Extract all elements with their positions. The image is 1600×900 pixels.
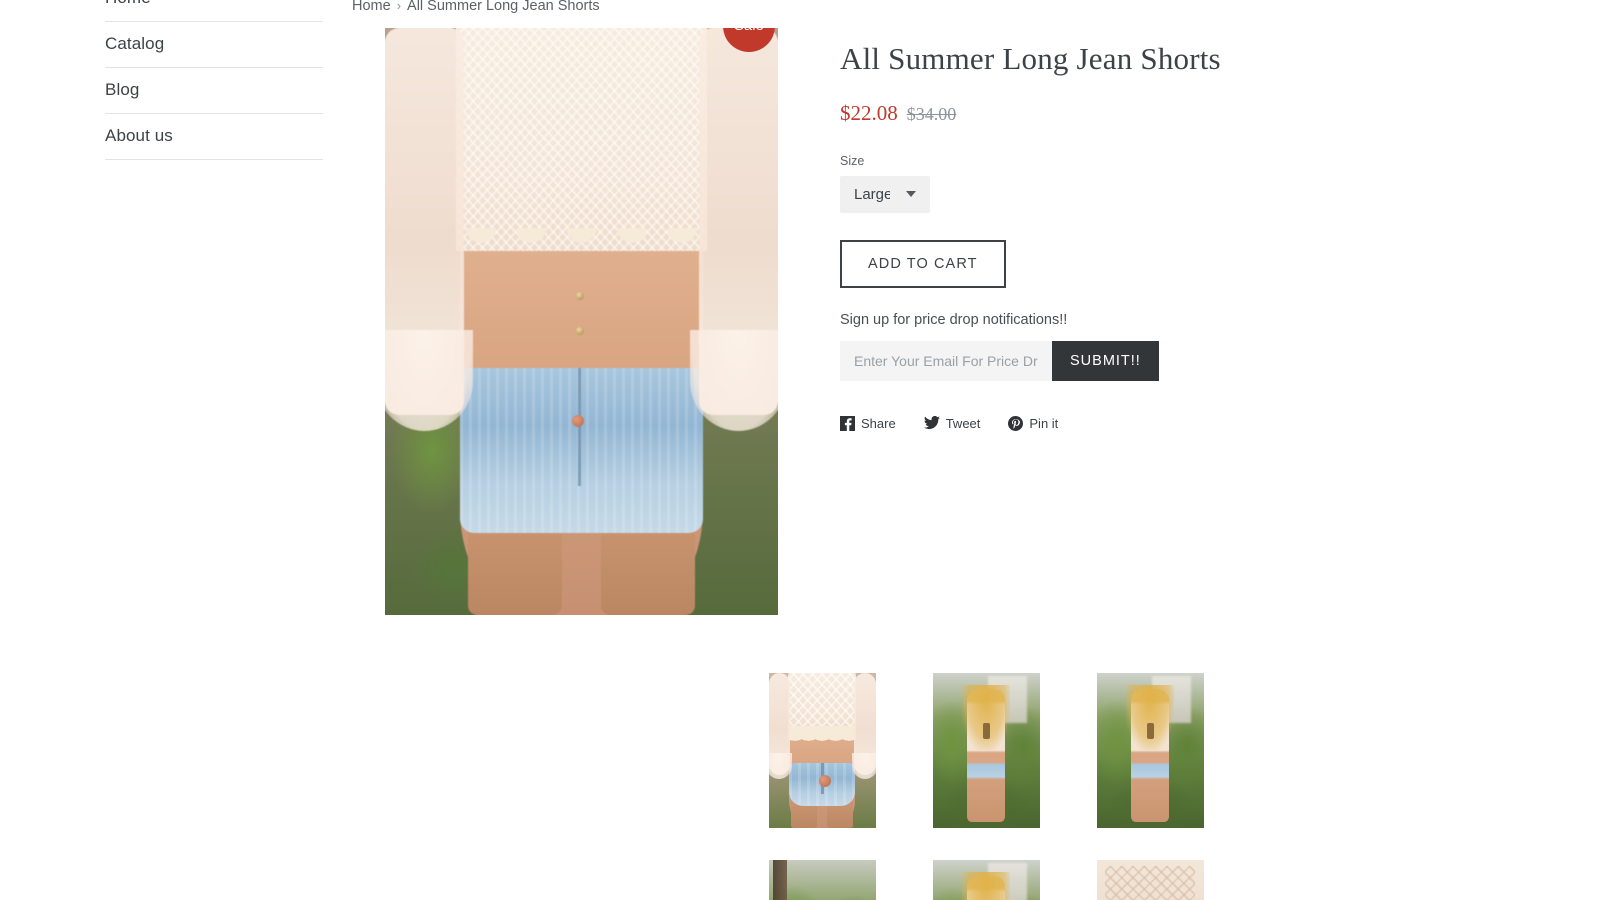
sidebar-item-home[interactable]: Home [105, 0, 323, 22]
page-title: All Summer Long Jean Shorts [840, 41, 1221, 76]
thumbnail-5[interactable] [932, 860, 1040, 900]
share-twitter-button[interactable]: Tweet [923, 415, 981, 431]
share-pinterest-button[interactable]: Pin it [1008, 415, 1059, 431]
thumbnail-6[interactable] [1096, 860, 1204, 900]
share-twitter-label: Tweet [945, 415, 981, 431]
email-field[interactable] [840, 340, 1052, 381]
facebook-icon [840, 415, 855, 431]
size-label: Size [840, 153, 865, 168]
sale-price: $22.08 [840, 100, 898, 125]
thumbnail-4[interactable] [768, 860, 876, 900]
product-photo-main [385, 28, 778, 615]
price-drop-heading: Sign up for price drop notifications!! [840, 311, 1068, 328]
submit-button[interactable]: SUBMIT!! [1052, 340, 1159, 381]
main-product-image[interactable]: Sale [385, 28, 778, 615]
sidebar-item-catalog[interactable]: Catalog [105, 22, 323, 68]
price-drop-form: SUBMIT!! [840, 340, 1260, 381]
share-facebook-button[interactable]: Share [840, 415, 896, 431]
product-info: All Summer Long Jean Shorts $22.08 $34.0… [840, 40, 1260, 431]
sidebar-nav: Home Catalog Blog About us [105, 0, 323, 160]
share-facebook-label: Share [861, 415, 896, 431]
thumbnail-1[interactable] [768, 673, 876, 828]
sidebar-item-blog[interactable]: Blog [105, 68, 323, 114]
thumbnail-2[interactable] [932, 673, 1040, 828]
product-gallery: Sale [385, 28, 1204, 900]
thumbnail-3[interactable] [1096, 673, 1204, 828]
breadcrumb: Home › All Summer Long Jean Shorts [352, 0, 600, 14]
compare-at-price: $34.00 [906, 103, 957, 124]
breadcrumb-home-link[interactable]: Home [352, 0, 391, 14]
share-row: Share Tweet Pin it [840, 415, 1260, 431]
share-pinterest-label: Pin it [1029, 415, 1059, 431]
size-select[interactable]: Large [840, 175, 930, 213]
breadcrumb-separator-icon: › [396, 0, 402, 13]
pinterest-icon [1008, 415, 1024, 431]
price-row: $22.08 $34.00 [840, 101, 1260, 126]
sidebar-item-about-us[interactable]: About us [105, 114, 323, 160]
breadcrumb-current: All Summer Long Jean Shorts [407, 0, 600, 14]
product-page: Home Catalog Blog About us Home › All Summ… [0, 0, 1600, 900]
add-to-cart-button[interactable]: ADD TO CART [840, 239, 1006, 288]
thumbnail-list [740, 673, 1204, 900]
twitter-icon [923, 416, 940, 430]
size-select-wrapper: Large [840, 175, 930, 213]
